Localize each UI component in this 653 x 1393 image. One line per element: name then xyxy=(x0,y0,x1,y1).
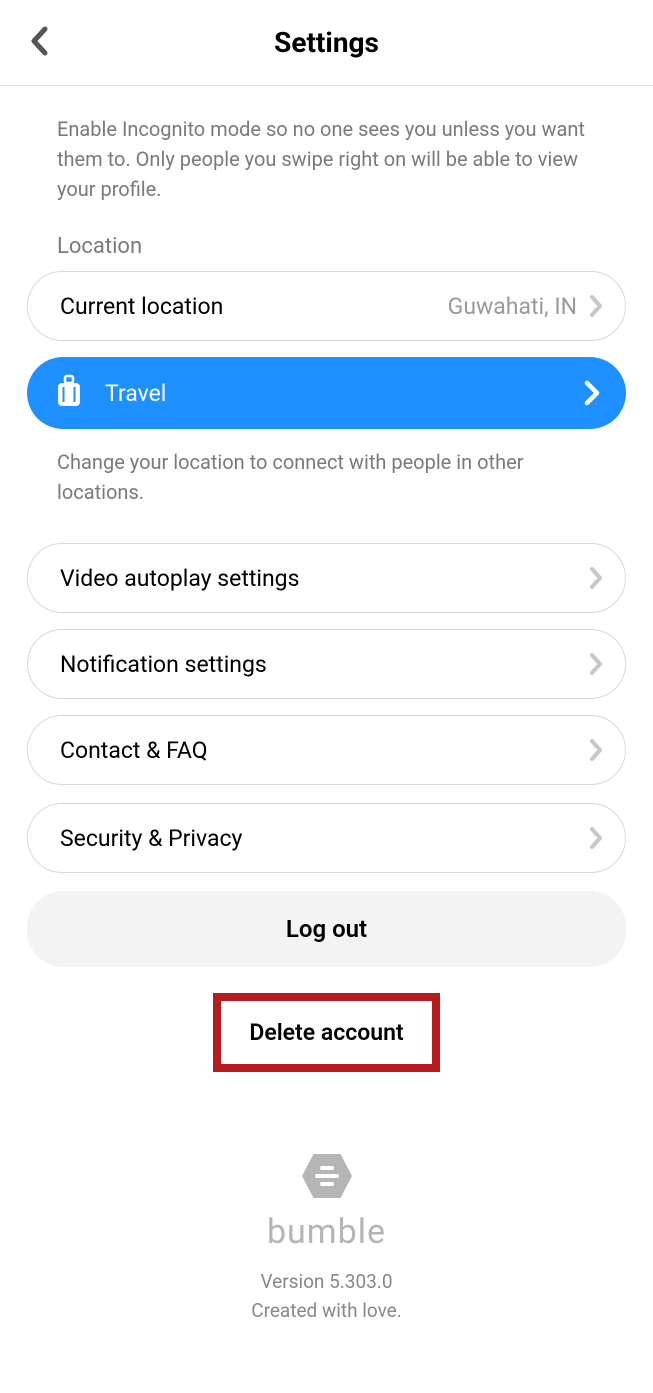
delete-account-button[interactable]: Delete account xyxy=(213,993,439,1072)
chevron-right-icon xyxy=(589,294,603,318)
logout-label: Log out xyxy=(286,915,367,943)
current-location-value: Guwahati, IN xyxy=(448,293,577,320)
chevron-right-icon xyxy=(589,566,603,590)
version-text: Version 5.303.0 xyxy=(27,1268,626,1297)
page-title: Settings xyxy=(0,26,653,59)
travel-description: Change your location to connect with peo… xyxy=(27,443,626,543)
suitcase-icon xyxy=(55,374,83,412)
chevron-right-icon xyxy=(589,738,603,762)
incognito-description: Enable Incognito mode so no one sees you… xyxy=(27,86,626,234)
tagline-text: Created with love. xyxy=(27,1297,626,1326)
contact-faq-row[interactable]: Contact & FAQ xyxy=(27,715,626,785)
travel-label: Travel xyxy=(105,380,584,407)
header: Settings xyxy=(0,0,653,86)
bumble-logo-icon xyxy=(300,1152,354,1204)
security-privacy-label: Security & Privacy xyxy=(60,825,589,852)
chevron-right-icon xyxy=(589,652,603,676)
delete-account-label: Delete account xyxy=(249,1019,403,1046)
location-section-label: Location xyxy=(27,234,626,271)
video-autoplay-label: Video autoplay settings xyxy=(60,565,589,592)
video-autoplay-row[interactable]: Video autoplay settings xyxy=(27,543,626,613)
logout-button[interactable]: Log out xyxy=(27,891,626,967)
current-location-label: Current location xyxy=(60,293,448,320)
notification-settings-label: Notification settings xyxy=(60,651,589,678)
chevron-right-icon xyxy=(584,380,600,406)
contact-faq-label: Contact & FAQ xyxy=(60,737,589,764)
security-privacy-row[interactable]: Security & Privacy xyxy=(27,803,626,873)
notification-settings-row[interactable]: Notification settings xyxy=(27,629,626,699)
back-button[interactable] xyxy=(30,26,48,60)
travel-row[interactable]: Travel xyxy=(27,357,626,429)
chevron-left-icon xyxy=(30,26,48,56)
footer: bumble Version 5.303.0 Created with love… xyxy=(27,1152,626,1325)
current-location-row[interactable]: Current location Guwahati, IN xyxy=(27,271,626,341)
chevron-right-icon xyxy=(589,826,603,850)
brand-name: bumble xyxy=(27,1212,626,1252)
